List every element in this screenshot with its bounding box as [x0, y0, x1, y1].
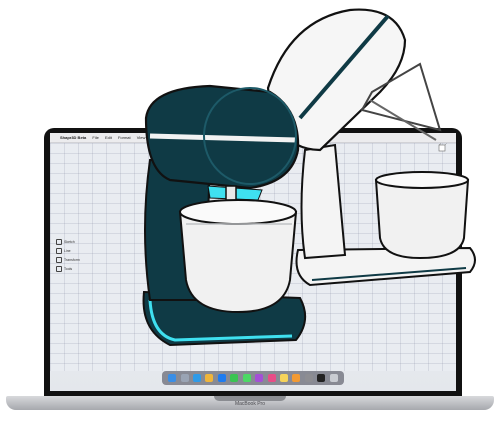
teal-mixer[interactable]	[142, 84, 307, 347]
mixer-models	[142, 8, 476, 347]
